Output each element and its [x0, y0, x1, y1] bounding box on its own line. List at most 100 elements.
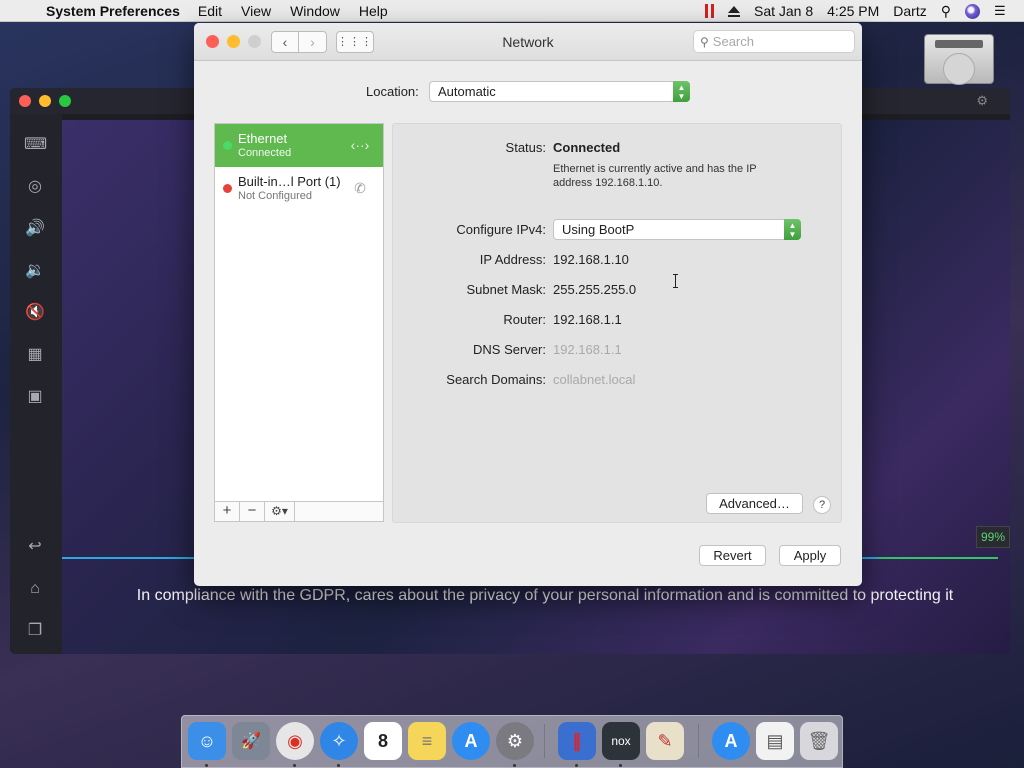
- configure-ipv4-popup[interactable]: Using BootP ▲ ▼: [553, 219, 801, 240]
- dns-server-label: DNS Server:: [473, 342, 546, 357]
- router-label: Router:: [503, 312, 546, 327]
- app-menu[interactable]: System Preferences: [46, 3, 180, 19]
- subnet-mask-label: Subnet Mask:: [466, 282, 547, 297]
- help-button[interactable]: ?: [813, 496, 831, 514]
- running-indicator: [205, 764, 208, 767]
- app-store-icon[interactable]: A: [452, 722, 490, 760]
- status-description: Ethernet is currently active and has the…: [553, 163, 757, 189]
- status-dot-red: [223, 184, 232, 193]
- menu-window[interactable]: Window: [290, 3, 340, 19]
- location-icon[interactable]: ◎: [24, 176, 46, 198]
- window-toolbar: ‹ › ⋮⋮⋮ Network ⚲: [194, 23, 862, 61]
- volume-up-icon[interactable]: 🔊: [24, 218, 46, 240]
- preview-icon[interactable]: ✎: [646, 722, 684, 760]
- service-list-toolbar: + − ⚙▾: [214, 501, 384, 522]
- running-indicator: [337, 764, 340, 767]
- service-list: Ethernet Connected ‹··› Built-in…l Port …: [214, 123, 384, 502]
- running-indicator: [575, 764, 578, 767]
- menu-bar: System Preferences Edit View Window Help…: [0, 0, 1024, 22]
- notification-center-icon[interactable]: ☰: [994, 4, 1010, 17]
- ip-address-label: IP Address:: [479, 252, 546, 267]
- finder-icon[interactable]: ☺: [188, 722, 226, 760]
- back-icon[interactable]: ↩: [24, 536, 46, 558]
- remove-service-button[interactable]: −: [240, 502, 265, 521]
- volume-down-icon[interactable]: 🔉: [24, 260, 46, 282]
- menubar-user[interactable]: Dartz: [893, 3, 926, 19]
- service-ethernet[interactable]: Ethernet Connected ‹··›: [215, 124, 383, 167]
- mute-icon[interactable]: 🔇: [24, 302, 46, 324]
- text-cursor-icon: [673, 274, 678, 288]
- trash-icon[interactable]: 🗑: [800, 722, 838, 760]
- location-popup[interactable]: Automatic ▲ ▼: [429, 81, 690, 102]
- launchpad-icon[interactable]: 🚀: [232, 722, 270, 760]
- menubar-time[interactable]: 4:25 PM: [827, 3, 879, 19]
- menu-view[interactable]: View: [241, 3, 271, 19]
- system-preferences-icon[interactable]: ⚙: [496, 722, 534, 760]
- safari-icon[interactable]: ✧: [320, 722, 358, 760]
- configure-ipv4-label: Configure IPv4:: [456, 222, 546, 237]
- subnet-mask-value[interactable]: 255.255.255.0: [553, 282, 636, 297]
- vm-progress-label: 99%: [975, 526, 1010, 548]
- home-icon[interactable]: ⌂: [24, 578, 46, 600]
- hard-drive-icon[interactable]: [924, 34, 994, 85]
- menu-edit[interactable]: Edit: [198, 3, 222, 19]
- eject-icon[interactable]: [727, 5, 740, 17]
- ethernet-arrows-icon: ‹··›: [350, 137, 370, 153]
- location-label: Location:: [366, 84, 419, 99]
- siri-icon[interactable]: [965, 3, 980, 19]
- parallels-status-icon[interactable]: [704, 4, 714, 18]
- notes-icon[interactable]: ≡: [408, 722, 446, 760]
- router-value[interactable]: 192.168.1.1: [553, 312, 622, 327]
- location-value: Automatic: [438, 84, 496, 99]
- configure-ipv4-value: Using BootP: [562, 222, 635, 237]
- vm-sidebar: ⌨ ◎ 🔊 🔉 🔇 ▦ ▣ ↩ ⌂ ❐: [10, 114, 62, 654]
- service-status: Connected: [238, 147, 292, 159]
- advanced-button[interactable]: Advanced…: [706, 493, 803, 514]
- nox-icon[interactable]: nox: [602, 722, 640, 760]
- service-name: Ethernet: [238, 131, 288, 146]
- add-service-button[interactable]: +: [215, 502, 240, 521]
- running-indicator: [619, 764, 622, 767]
- search-field[interactable]: ⚲: [693, 30, 855, 53]
- popup-stepper-icon: ▲ ▼: [784, 219, 801, 240]
- dock-separator: [544, 724, 545, 758]
- vm-zoom-button[interactable]: [59, 95, 71, 107]
- popup-stepper-icon: ▲ ▼: [673, 81, 690, 102]
- search-input[interactable]: [712, 34, 843, 49]
- service-builtin-port[interactable]: Built-in…l Port (1) Not Configured ✆: [215, 167, 383, 210]
- recent-apps-icon[interactable]: ❐: [24, 620, 46, 642]
- apply-button[interactable]: Apply: [779, 545, 841, 566]
- vm-settings-icon[interactable]: ⚙: [976, 93, 988, 109]
- running-indicator: [513, 764, 516, 767]
- dns-server-value[interactable]: 192.168.1.1: [553, 342, 622, 357]
- vm-close-button[interactable]: [19, 95, 31, 107]
- status-dot-green: [223, 141, 232, 150]
- service-status: Not Configured: [238, 190, 312, 202]
- search-domains-label: Search Domains:: [446, 372, 546, 387]
- screenshot-icon[interactable]: ▣: [24, 386, 46, 408]
- document-icon[interactable]: ▤: [756, 722, 794, 760]
- menubar-date[interactable]: Sat Jan 8: [754, 3, 813, 19]
- dock-separator: [698, 724, 699, 758]
- calendar-icon[interactable]: 8: [364, 722, 402, 760]
- service-action-menu-button[interactable]: ⚙▾: [265, 502, 295, 521]
- parallels-icon[interactable]: ∥: [558, 722, 596, 760]
- ip-address-value[interactable]: 192.168.1.10: [553, 252, 629, 267]
- menu-help[interactable]: Help: [359, 3, 388, 19]
- app-store-folder-icon[interactable]: A: [712, 722, 750, 760]
- network-preferences-window: ‹ › ⋮⋮⋮ Network ⚲ Location: Automatic ▲▼…: [194, 23, 862, 586]
- service-name: Built-in…l Port (1): [238, 174, 341, 189]
- vm-progress-fill: [878, 557, 998, 559]
- dock: ☺ 🚀 ◉ ✧ 8 ≡ A ⚙ ∥ nox ✎ A ▤ 🗑: [181, 715, 843, 768]
- search-icon: ⚲: [700, 34, 709, 49]
- vm-minimize-button[interactable]: [39, 95, 51, 107]
- phone-icon: ✆: [354, 180, 366, 196]
- search-domains-value[interactable]: collabnet.local: [553, 372, 635, 387]
- keyboard-icon[interactable]: ⌨: [24, 134, 47, 156]
- vm-caption: In compliance with the GDPR, cares about…: [136, 587, 954, 604]
- chrome-icon[interactable]: ◉: [276, 722, 314, 760]
- status-value: Connected: [553, 140, 621, 155]
- revert-button[interactable]: Revert: [699, 545, 766, 566]
- apk-install-icon[interactable]: ▦: [24, 344, 46, 366]
- spotlight-search-icon[interactable]: ⚲: [941, 3, 951, 20]
